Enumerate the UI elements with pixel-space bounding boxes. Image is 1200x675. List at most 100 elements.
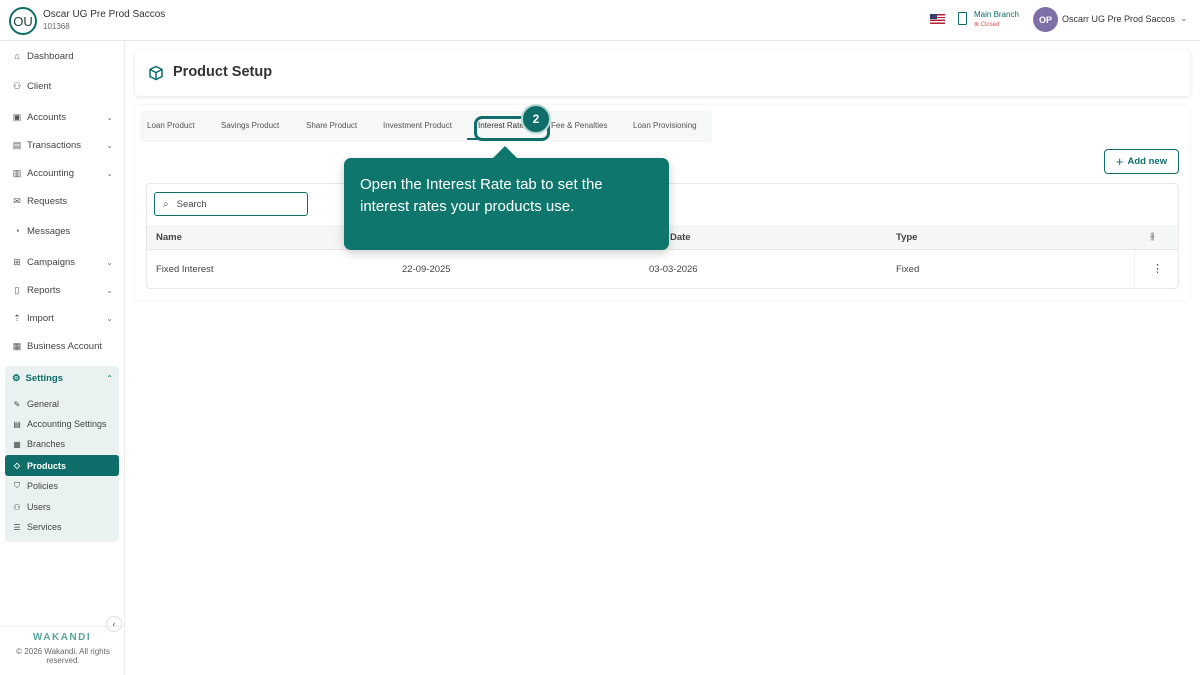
- briefcase-icon: ▣: [12, 111, 22, 122]
- branch-name[interactable]: Main Branch: [974, 10, 1019, 19]
- sidebar-item-settings[interactable]: ⚙ Settings: [12, 373, 63, 384]
- chart-icon: ▯: [14, 284, 20, 295]
- sidebar-collapse-button[interactable]: ‹: [106, 616, 122, 632]
- top-header: OU Oscar UG Pre Prod Saccos 101368 Main …: [0, 0, 1200, 41]
- chevron-down-icon: ⌄: [106, 313, 113, 323]
- users-icon: ⚇: [12, 80, 22, 91]
- sidebar-item-label: Client: [27, 80, 52, 92]
- upload-icon: ⇡: [13, 312, 21, 323]
- tab-loan-product[interactable]: Loan Product: [147, 121, 195, 130]
- column-header-name[interactable]: Name: [156, 232, 182, 243]
- more-options-icon[interactable]: ⋮: [1152, 262, 1163, 275]
- user-avatar[interactable]: OP: [1033, 7, 1058, 32]
- branch-status-label: Closed: [980, 22, 1000, 28]
- org-name: Oscar UG Pre Prod Saccos: [43, 9, 166, 20]
- ledger-icon: ▥: [12, 167, 22, 178]
- sidebar-item-label: Dashboard: [27, 50, 74, 62]
- cell-type: Fixed: [896, 264, 920, 275]
- brand-logo: WAKANDI: [32, 632, 92, 643]
- sidebar-item-requests[interactable]: ✉ Requests: [12, 192, 117, 210]
- settings-section: ⚙ Settings ⌃ ✎ General ▤ Accounting Setting…: [5, 366, 119, 542]
- sidebar-item-label: Branches: [27, 439, 66, 449]
- chevron-down-icon[interactable]: ⌄: [1180, 13, 1188, 24]
- tab-savings-product[interactable]: Savings Product: [221, 121, 279, 130]
- sidebar-item-label: Accounts: [27, 111, 67, 123]
- sidebar-item-dashboard[interactable]: ⌂ Dashboard: [12, 47, 117, 65]
- sidebar-item-label: Policies: [27, 481, 59, 491]
- guide-tooltip-text: Open the Interest Rate tab to set the in…: [360, 176, 603, 215]
- sidebar-item-services[interactable]: ☰ Services: [12, 519, 112, 535]
- tag-icon: ◇: [13, 461, 21, 470]
- sidebar-item-label: Import: [27, 312, 54, 324]
- column-header-type[interactable]: Type: [896, 232, 917, 243]
- sidebar-item-reports[interactable]: ▯ Reports ⌄: [12, 281, 117, 299]
- sidebar-item-business-account[interactable]: ▦ Business Account: [12, 337, 117, 355]
- sidebar-item-accounts[interactable]: ▣ Accounts ⌄: [12, 108, 117, 126]
- org-id: 101368: [43, 22, 70, 31]
- column-settings-icon[interactable]: ⫵: [1150, 231, 1155, 242]
- shield-icon: ⛉: [14, 481, 20, 490]
- sidebar-item-products[interactable]: ◇ Products: [5, 455, 119, 476]
- tab-investment-product[interactable]: Investment Product: [383, 121, 452, 130]
- user-name[interactable]: Oscarr UG Pre Prod Saccos: [1062, 14, 1175, 24]
- chevron-up-icon[interactable]: ⌃: [106, 374, 113, 383]
- page-header-card: Product Setup: [135, 50, 1190, 96]
- sidebar-item-label: Campaigns: [27, 256, 76, 268]
- sidebar-item-client[interactable]: ⚇ Client: [12, 77, 117, 95]
- step-badge: 2: [521, 104, 551, 134]
- document-icon: ▤: [13, 419, 21, 429]
- sidebar-item-campaigns[interactable]: ⊞ Campaigns ⌄: [12, 253, 117, 271]
- chevron-down-icon: ⌄: [106, 285, 113, 295]
- building-icon: ▦: [12, 340, 22, 351]
- money-icon: ▤: [12, 139, 22, 150]
- sidebar-item-messages[interactable]: ◔ Messages: [12, 222, 117, 240]
- sidebar-item-label: General: [27, 399, 60, 409]
- tab-fee-penalties[interactable]: Fee & Penalties: [551, 121, 607, 130]
- sidebar-item-import[interactable]: ⇡ Import ⌄: [12, 309, 117, 327]
- add-new-label: Add new: [1127, 156, 1168, 167]
- cell-end-date: 03-03-2026: [649, 264, 698, 275]
- us-flag-icon[interactable]: [930, 14, 945, 24]
- plus-icon: +: [1115, 154, 1124, 169]
- sidebar-item-label: Accounting: [27, 167, 75, 179]
- sidebar-item-label: Reports: [27, 284, 61, 296]
- tab-loan-provisioning[interactable]: Loan Provisioning: [633, 121, 697, 130]
- sidebar-item-users[interactable]: ⚇ Users: [12, 499, 112, 515]
- chevron-down-icon: ⌄: [106, 257, 113, 267]
- branch-building-icon: [958, 12, 967, 25]
- branch-status: ⊗ Closed: [974, 22, 1000, 28]
- list-icon: ☰: [13, 522, 21, 532]
- sidebar-item-label: Requests: [27, 195, 68, 207]
- grid-icon: ⊞: [13, 256, 21, 267]
- search-placeholder: Search: [176, 198, 207, 210]
- home-icon: ⌂: [14, 51, 20, 61]
- wrench-icon: ✎: [13, 399, 21, 409]
- sidebar-item-label: Accounting Settings: [27, 419, 107, 429]
- search-input[interactable]: ⌕ Search: [154, 192, 308, 216]
- sidebar-item-label: Business Account: [27, 340, 102, 352]
- sidebar-item-branches[interactable]: ▦ Branches: [12, 436, 112, 452]
- building-icon: ▦: [13, 439, 21, 449]
- guide-tooltip: Open the Interest Rate tab to set the in…: [344, 146, 669, 250]
- sidebar-item-transactions[interactable]: ▤ Transactions ⌄: [12, 136, 117, 154]
- sidebar-item-label: Transactions: [27, 139, 82, 151]
- cell-name: Fixed Interest: [156, 264, 214, 275]
- sidebar-item-general[interactable]: ✎ General: [12, 396, 112, 412]
- sidebar-item-accounting-settings[interactable]: ▤ Accounting Settings: [12, 416, 112, 432]
- org-avatar[interactable]: OU: [9, 7, 37, 35]
- sidebar-item-policies[interactable]: ⛉ Policies: [12, 478, 112, 494]
- chat-icon: ◔: [14, 226, 20, 236]
- page-title: Product Setup: [173, 64, 273, 80]
- sidebar-item-accounting[interactable]: ▥ Accounting ⌄: [12, 164, 117, 182]
- users-icon: ⚇: [13, 502, 21, 512]
- sidebar-item-label: Services: [27, 522, 62, 532]
- chevron-down-icon: ⌄: [106, 112, 113, 122]
- settings-label: Settings: [25, 373, 64, 384]
- sidebar-item-label: Messages: [27, 225, 71, 237]
- mail-icon: ✉: [13, 195, 21, 206]
- tab-share-product[interactable]: Share Product: [306, 121, 357, 130]
- search-icon: ⌕: [163, 198, 169, 210]
- column-header-date[interactable]: Date: [670, 232, 691, 243]
- gear-icon: ⚙: [12, 373, 21, 384]
- add-new-button[interactable]: + Add new: [1104, 149, 1179, 174]
